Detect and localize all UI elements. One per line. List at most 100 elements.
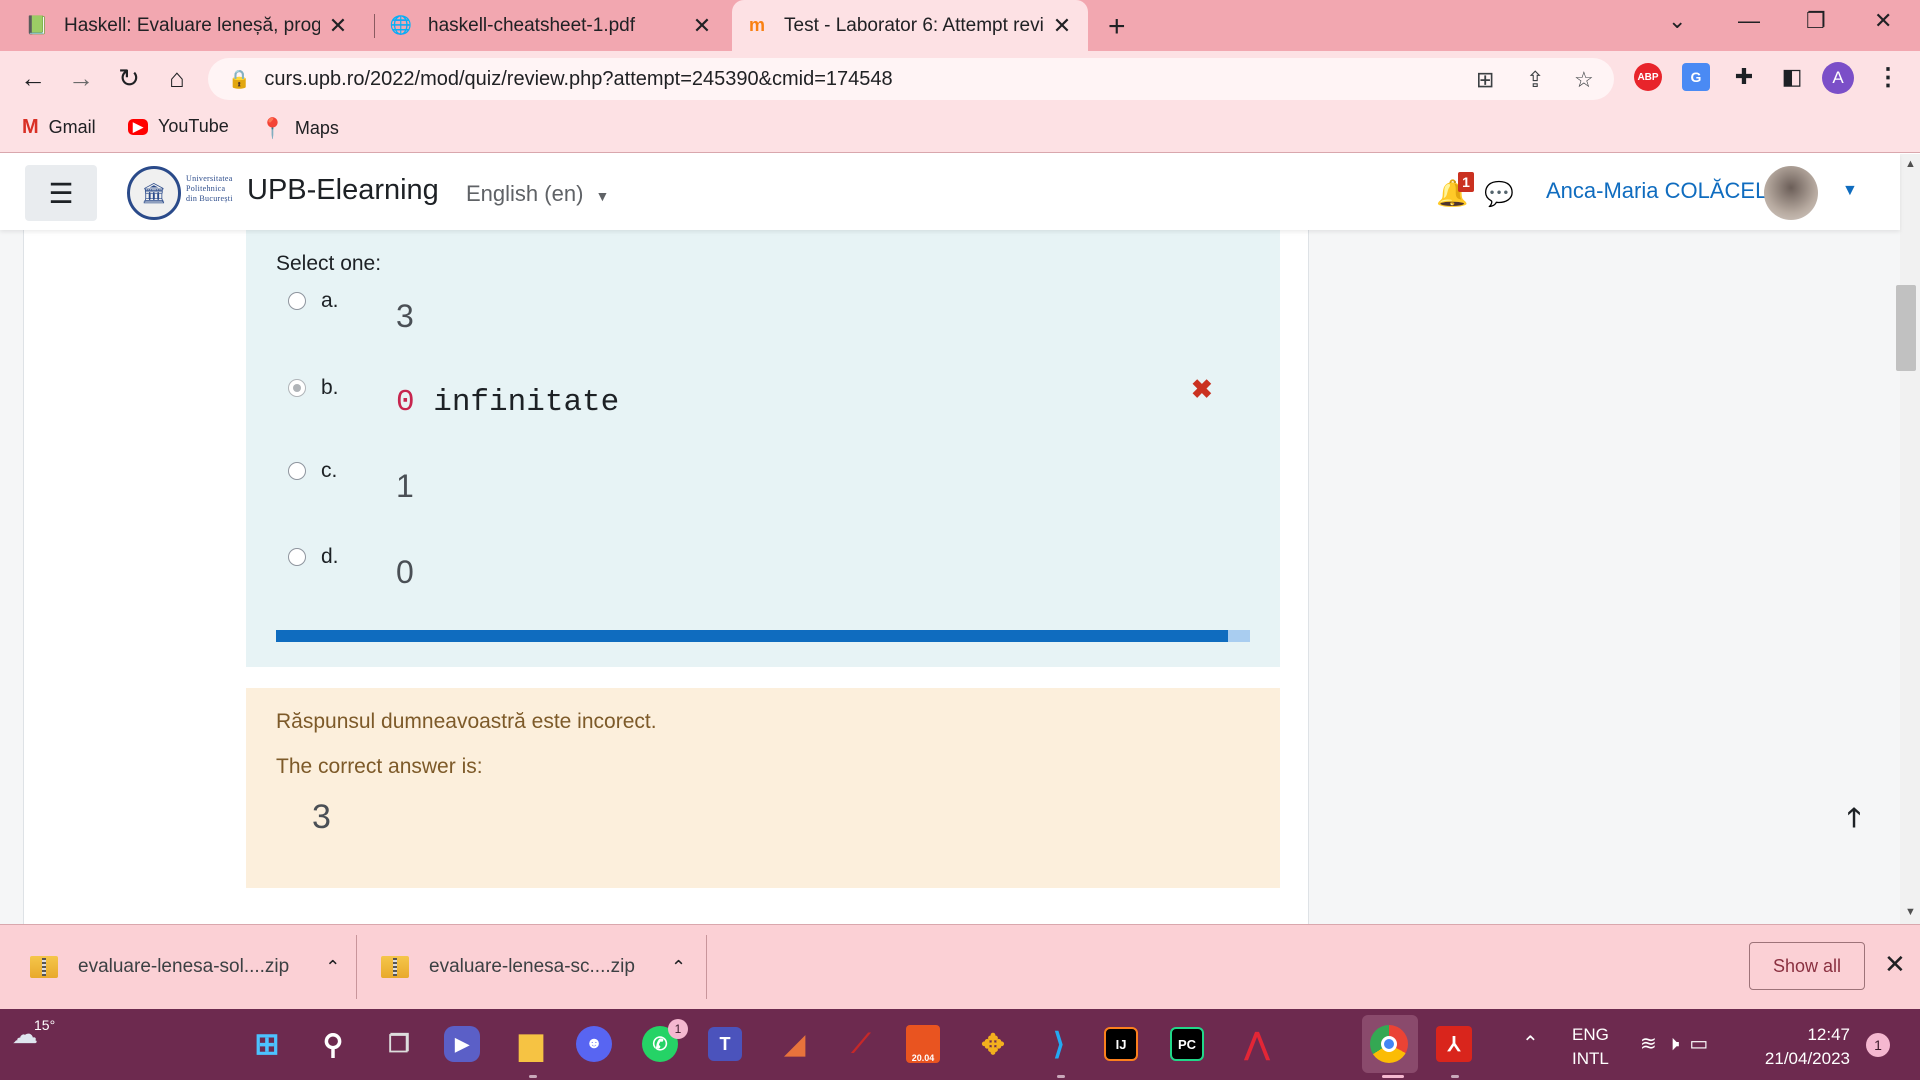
chevron-up-icon[interactable]: ⌃ [671, 957, 686, 978]
notification-count-badge: 1 [1458, 172, 1474, 192]
back-arrow-icon[interactable]: ← [16, 61, 50, 95]
close-tab-icon[interactable]: ✕ [1050, 13, 1074, 39]
web-page: ☰ 🏛 Universitatea Politehnica din Bucure… [0, 154, 1920, 924]
scroll-down-icon[interactable]: ▼ [1905, 906, 1916, 918]
close-tab-icon[interactable]: ✕ [690, 13, 714, 39]
radio-button[interactable] [288, 292, 306, 310]
minimize-button[interactable]: — [1738, 8, 1760, 34]
tab-haskell-lazy-eval[interactable]: 📗 Haskell: Evaluare leneșă, programare ✕ [12, 0, 364, 51]
side-panel-icon[interactable]: ◧ [1778, 63, 1806, 91]
language-selector[interactable]: English (en) ▼ [466, 181, 609, 207]
google-translate-icon[interactable]: G [1682, 63, 1710, 91]
scroll-up-icon[interactable]: ▲ [1905, 158, 1916, 170]
reload-icon[interactable]: ↻ [112, 61, 146, 95]
tab-search-chevron-icon[interactable]: ⌄ [1668, 8, 1686, 34]
bookmark-star-icon[interactable]: ☆ [1574, 67, 1594, 93]
chat-bubble-icon[interactable]: 💬 [1484, 180, 1514, 209]
tab-cheatsheet-pdf[interactable]: 🌐 haskell-cheatsheet-1.pdf ✕ [376, 0, 728, 51]
search-icon[interactable]: ⚲ [312, 1023, 354, 1065]
acrobat-icon[interactable]: ⅄ [1436, 1026, 1472, 1062]
ubuntu-icon[interactable]: 20.04 [906, 1025, 940, 1063]
virtualbox-icon[interactable]: ✥ [972, 1023, 1014, 1065]
battery-icon[interactable]: ▭ [1689, 1033, 1718, 1055]
main-content: Select one: a. 3 b. 0 infinitate ✖ c. 1 … [23, 230, 1309, 924]
caret-down-icon: ▼ [595, 188, 610, 204]
translate-page-icon[interactable]: ⊞ [1476, 67, 1494, 93]
answer-option-d[interactable]: d. 0 [246, 540, 1280, 610]
bookmark-gmail[interactable]: M Gmail [22, 116, 96, 139]
user-name[interactable]: Anca-Maria COLĂCEL [1546, 178, 1767, 204]
teams-chat-icon[interactable]: ▶ [444, 1026, 480, 1062]
chevron-up-icon[interactable]: ⌃ [325, 957, 340, 978]
chrome-icon[interactable] [1370, 1025, 1408, 1063]
chrome-center [1381, 1036, 1397, 1052]
option-letter: b. [321, 376, 339, 399]
matlab-icon[interactable]: ◢ [774, 1023, 816, 1065]
lock-icon[interactable]: 🔒 [228, 69, 250, 90]
question-box: Select one: a. 3 b. 0 infinitate ✖ c. 1 … [246, 230, 1280, 667]
teams-icon[interactable]: T [708, 1027, 742, 1061]
start-windows-icon[interactable]: ⊞ [246, 1023, 288, 1065]
back-to-top-arrow-icon[interactable]: 🡑 [1818, 792, 1890, 850]
kebab-menu-icon[interactable]: ⋮ [1874, 63, 1902, 91]
site-name[interactable]: UPB-Elearning [247, 174, 439, 207]
running-indicator [529, 1075, 537, 1078]
adblock-plus-icon[interactable]: ABP [1634, 63, 1662, 91]
show-all-button[interactable]: Show all [1749, 942, 1865, 990]
tray-overflow-chevron-icon[interactable]: ⌃ [1522, 1031, 1539, 1056]
globe-icon: 🌐 [389, 15, 413, 35]
youtube-icon: ▶ [128, 118, 148, 135]
vscode-icon[interactable]: ⟩ [1038, 1023, 1080, 1065]
answer-option-b[interactable]: b. 0 infinitate ✖ [246, 371, 1280, 441]
home-icon[interactable]: ⌂ [160, 61, 194, 95]
profile-avatar[interactable]: A [1822, 62, 1854, 94]
discord-icon[interactable]: ☻ [576, 1026, 612, 1062]
task-view-icon[interactable]: ❐ [378, 1023, 420, 1065]
bookmarks-bar: M Gmail ▶ YouTube 📍 Maps [0, 105, 1920, 153]
file-explorer-icon[interactable]: ▆ [510, 1023, 552, 1065]
restore-button[interactable]: ❐ [1806, 8, 1826, 34]
intellij-icon[interactable]: IJ [1104, 1027, 1138, 1061]
speaker-muted-icon[interactable]: 🕨 [1667, 1033, 1690, 1055]
wifi-icon[interactable]: ≋ [1640, 1033, 1667, 1055]
running-indicator [1057, 1075, 1065, 1078]
new-tab-button[interactable]: + [1108, 10, 1126, 44]
close-tab-icon[interactable]: ✕ [326, 13, 350, 39]
answer-option-a[interactable]: a. 3 [246, 284, 1280, 354]
tab-title: Test - Laborator 6: Attempt review [784, 14, 1044, 36]
close-window-button[interactable]: ✕ [1874, 8, 1892, 34]
hamburger-menu-icon[interactable]: ☰ [25, 165, 97, 221]
user-menu-caret-icon[interactable]: ▼ [1842, 182, 1858, 200]
address-bar[interactable]: 🔒 curs.upb.ro/2022/mod/quiz/review.php?a… [208, 58, 1614, 100]
input-language-indicator[interactable]: ENG INTL [1572, 1023, 1609, 1071]
archicad-icon[interactable]: ⋀ [1236, 1023, 1278, 1065]
system-tray[interactable]: ≋🕨▭ [1640, 1031, 1718, 1056]
clock[interactable]: 12:47 21/04/2023 [1750, 1023, 1850, 1071]
user-avatar[interactable] [1764, 166, 1818, 220]
download-divider [356, 935, 357, 999]
radio-button[interactable] [288, 548, 306, 566]
downloads-bar: evaluare-lenesa-sol....zip ⌃ evaluare-le… [0, 924, 1920, 1009]
share-icon[interactable]: ⇪ [1526, 67, 1544, 93]
pycharm-icon[interactable]: PC [1170, 1027, 1204, 1061]
download-item[interactable]: evaluare-lenesa-sol....zip ⌃ [30, 925, 340, 1009]
windows-taskbar: ☁ 15° ⊞ ⚲ ❐ ▶ ▆ ☻ ✆ 1 T ◢ ⟋ 20.04 ✥ ⟩ IJ… [0, 1009, 1920, 1080]
radio-button[interactable] [288, 462, 306, 480]
download-item[interactable]: evaluare-lenesa-sc....zip ⌃ [381, 925, 686, 1009]
answer-option-c[interactable]: c. 1 [246, 454, 1280, 524]
scrollbar-thumb[interactable] [1896, 285, 1916, 371]
logisim-icon[interactable]: ⟋ [840, 1023, 882, 1065]
tab-quiz-review[interactable]: m Test - Laborator 6: Attempt review ✕ [732, 0, 1088, 51]
bookmark-youtube[interactable]: ▶ YouTube [128, 116, 229, 137]
scrollbar[interactable] [1900, 154, 1920, 924]
radio-button-checked[interactable] [288, 379, 306, 397]
notification-center-badge[interactable]: 1 [1866, 1033, 1890, 1057]
university-logo-text: Universitatea Politehnica din București [186, 174, 233, 203]
bookmark-maps[interactable]: 📍 Maps [260, 116, 339, 141]
extensions-puzzle-icon[interactable]: ✚ [1730, 63, 1758, 91]
weather-temperature: 15° [34, 1017, 56, 1033]
close-downloads-icon[interactable]: ✕ [1884, 949, 1906, 980]
university-logo[interactable]: 🏛 [127, 166, 181, 220]
url-text[interactable]: curs.upb.ro/2022/mod/quiz/review.php?att… [264, 68, 892, 91]
forward-arrow-icon[interactable]: → [64, 61, 98, 95]
